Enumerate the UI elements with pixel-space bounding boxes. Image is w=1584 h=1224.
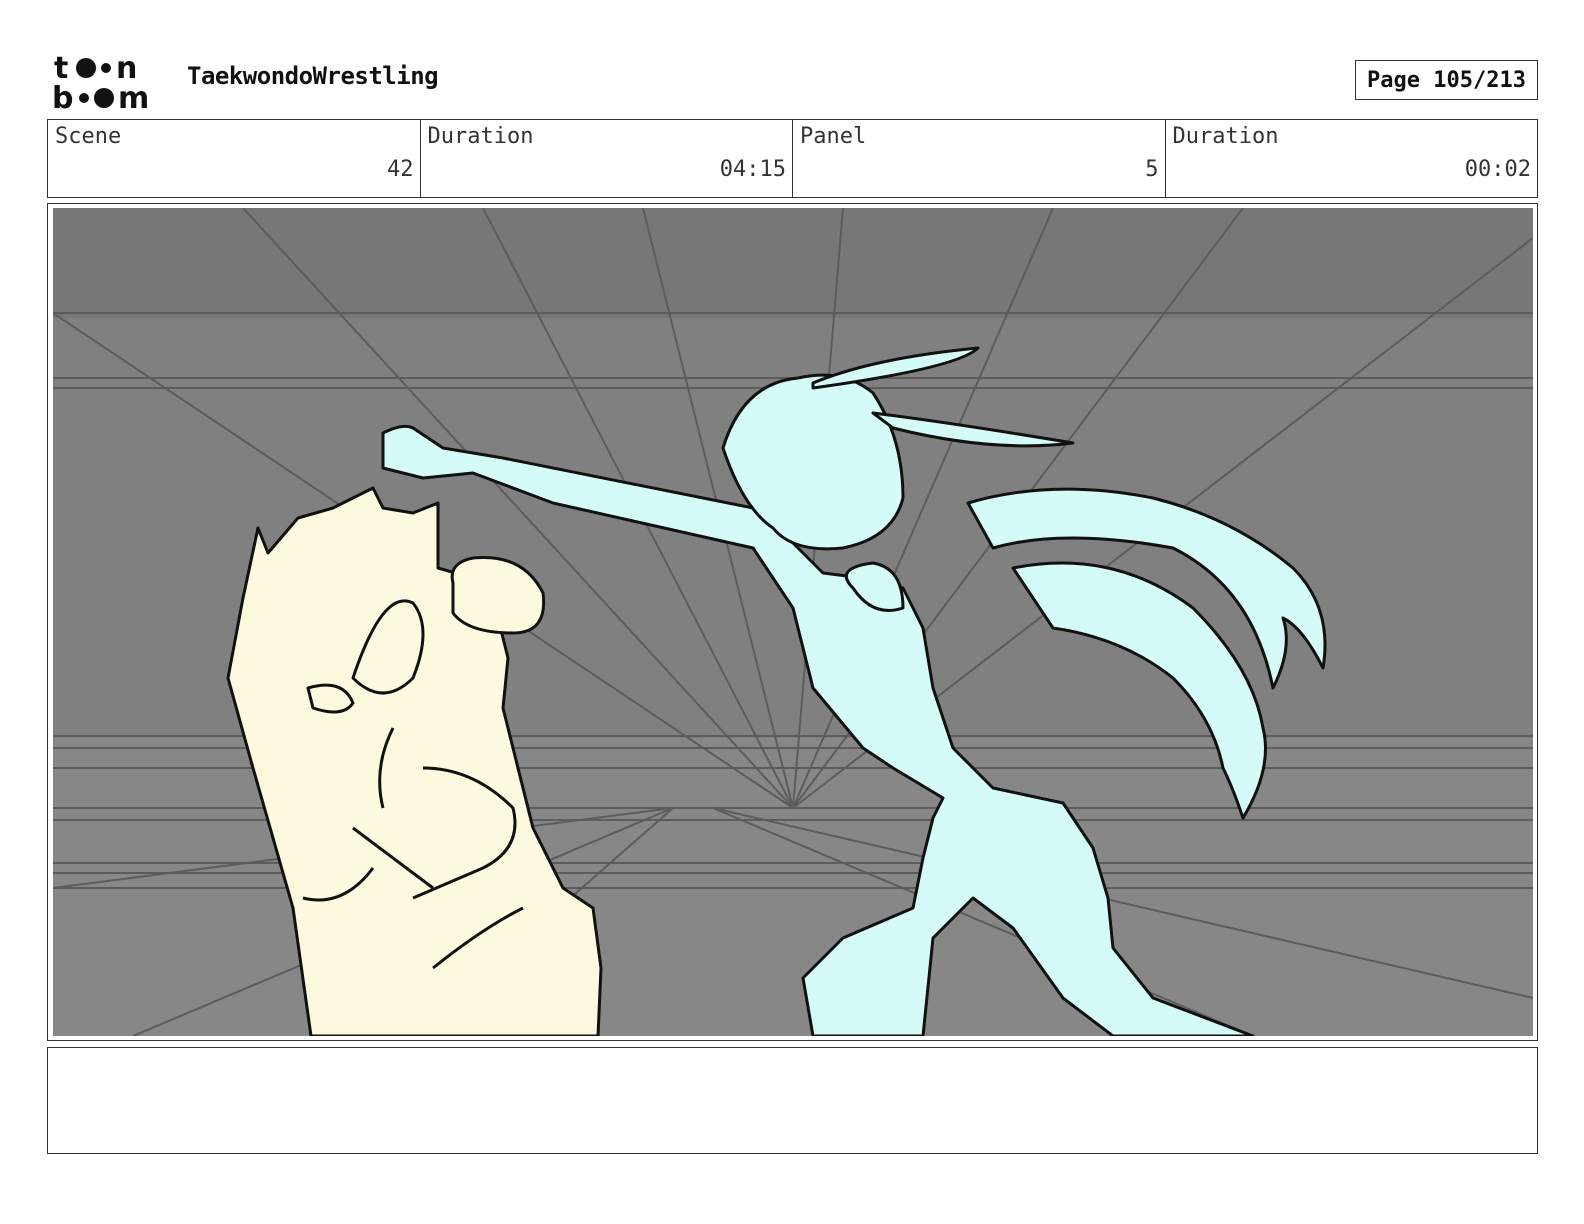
panel-duration-cell: Duration 00:02: [1166, 120, 1538, 197]
panel-value: 5: [1145, 157, 1159, 182]
svg-text:m: m: [118, 81, 149, 114]
page-indicator: Page 105/213: [1355, 60, 1538, 100]
panel-info-row: Scene 42 Duration 04:15 Panel 5 Duration…: [47, 119, 1538, 198]
storyboard-panel-image: [53, 208, 1533, 1036]
scene-cell: Scene 42: [48, 120, 421, 197]
panel-cell: Panel 5: [793, 120, 1166, 197]
scene-duration-cell: Duration 04:15: [421, 120, 793, 197]
scene-duration-value: 04:15: [719, 157, 786, 182]
scene-duration-label: Duration: [427, 124, 534, 149]
project-title: TaekwondoWrestling: [187, 62, 439, 90]
panel-duration-label: Duration: [1172, 124, 1279, 149]
svg-text:b: b: [52, 81, 73, 114]
panel-label: Panel: [800, 124, 867, 149]
panel-notes[interactable]: [47, 1047, 1538, 1154]
scene-value: 42: [387, 157, 414, 182]
scene-label: Scene: [55, 124, 122, 149]
panel-duration-value: 00:02: [1464, 157, 1531, 182]
toon-boom-logo: t n b m: [52, 51, 149, 114]
